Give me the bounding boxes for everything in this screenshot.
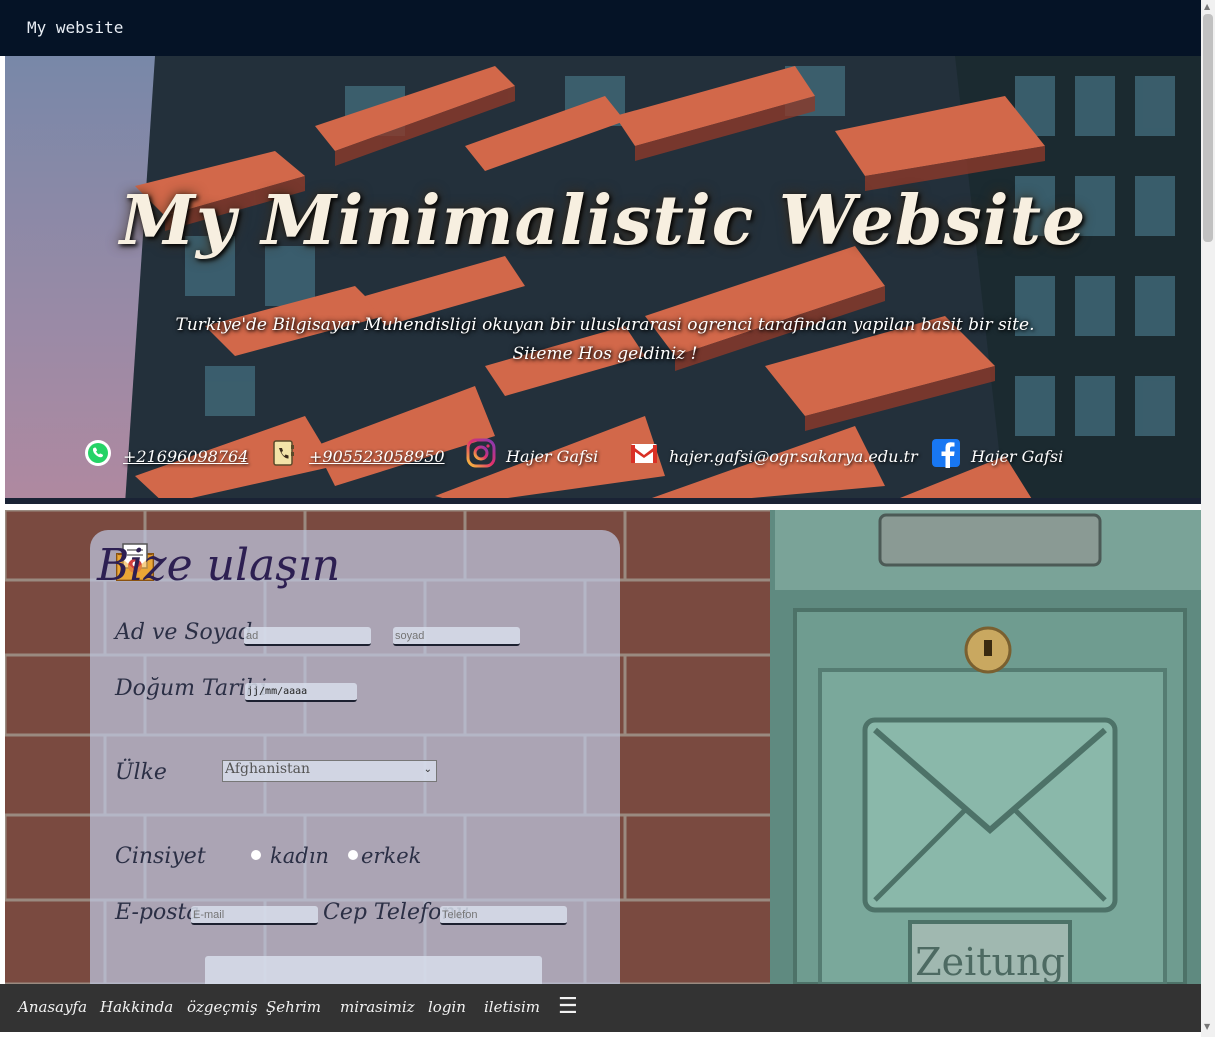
site-title[interactable]: My website: [27, 18, 123, 37]
phone-book-icon: [273, 440, 294, 466]
email-label: E-posta: [115, 900, 200, 925]
hero-subtitle: Turkiye'de Bilgisayar Muhendisligi okuya…: [155, 311, 1055, 369]
first-name-input[interactable]: [244, 627, 371, 646]
facebook-name[interactable]: Hajer Gafsi: [971, 447, 1063, 468]
gender-female-radio[interactable]: [251, 850, 261, 860]
hero-subtitle-line-1: Turkiye'de Bilgisayar Muhendisligi okuya…: [175, 315, 1035, 335]
svg-text:Zeitung: Zeitung: [915, 940, 1065, 984]
last-name-input[interactable]: [393, 627, 520, 646]
top-bar: My website: [0, 0, 1201, 56]
gender-label: Cinsiyet: [115, 844, 206, 869]
scroll-up-icon[interactable]: ▲: [1204, 2, 1210, 11]
instagram-handle[interactable]: Hajer Gafsi: [506, 447, 598, 468]
whatsapp-icon: [85, 440, 111, 466]
gender-male-radio[interactable]: [348, 850, 358, 860]
nav-item-anasayfa[interactable]: Anasayfa: [18, 998, 87, 1016]
message-textarea[interactable]: [205, 956, 542, 984]
scroll-thumb[interactable]: [1203, 14, 1213, 242]
nav-item-hakkinda[interactable]: Hakkinda: [100, 998, 173, 1016]
email-address[interactable]: hajer.gafsi@ogr.sakarya.edu.tr: [669, 447, 918, 468]
facebook-icon: [932, 439, 960, 468]
gender-male-label: erkek: [361, 844, 422, 868]
nav-item-sehrim[interactable]: Şehrim: [266, 998, 321, 1016]
bottom-nav: Anasayfa Hakkinda özgeçmiş Şehrim mirasi…: [0, 984, 1201, 1032]
email-contact[interactable]: hajer.gafsi@ogr.sakarya.edu.tr: [629, 428, 918, 468]
scrollbar[interactable]: ▲ ▼: [1201, 0, 1215, 1037]
form-title: Bize ulaşın: [97, 540, 341, 591]
phone-contact[interactable]: +905523058950: [269, 428, 445, 468]
hero-subtitle-line-2: Siteme Hos geldiniz !: [512, 344, 698, 364]
country-selected-value: Afghanistan: [225, 761, 311, 777]
nav-item-iletisim[interactable]: iletisim: [484, 998, 540, 1016]
phone-number[interactable]: +905523058950: [309, 447, 445, 468]
scroll-down-icon[interactable]: ▼: [1204, 1022, 1210, 1031]
contact-section: Zeitung Bize ulaşın Ad ve Soyad Doğum Ta…: [5, 510, 1201, 984]
gender-female-label: kadın: [270, 844, 329, 868]
country-select[interactable]: Afghanistan ⌄: [222, 760, 437, 782]
country-label: Ülke: [115, 760, 167, 785]
instagram-contact[interactable]: Hajer Gafsi: [466, 428, 598, 468]
instagram-icon: [466, 438, 496, 468]
whatsapp-contact[interactable]: +21696098764: [83, 428, 248, 468]
contact-links: +21696098764 +905523058950 Hajer Gafsi h…: [5, 428, 1201, 468]
name-label: Ad ve Soyad: [115, 620, 253, 645]
email-input[interactable]: [191, 906, 318, 925]
phone-input[interactable]: [440, 906, 567, 925]
whatsapp-number[interactable]: +21696098764: [123, 447, 248, 468]
nav-item-ozgecmis[interactable]: özgeçmiş: [187, 998, 258, 1016]
nav-item-login[interactable]: login: [428, 998, 466, 1016]
facebook-contact[interactable]: Hajer Gafsi: [931, 428, 1063, 468]
hamburger-icon[interactable]: ☰: [558, 994, 578, 1019]
birth-date-input[interactable]: jj/mm/aaaa: [245, 683, 357, 702]
hero-title: My Minimalistic Website: [119, 181, 1087, 261]
gmail-icon: [631, 444, 657, 463]
hero-banner: My Minimalistic Website Turkiye'de Bilgi…: [5, 56, 1201, 504]
chevron-down-icon: ⌄: [423, 764, 432, 775]
nav-item-mirasimiz[interactable]: mirasimiz: [340, 998, 415, 1016]
